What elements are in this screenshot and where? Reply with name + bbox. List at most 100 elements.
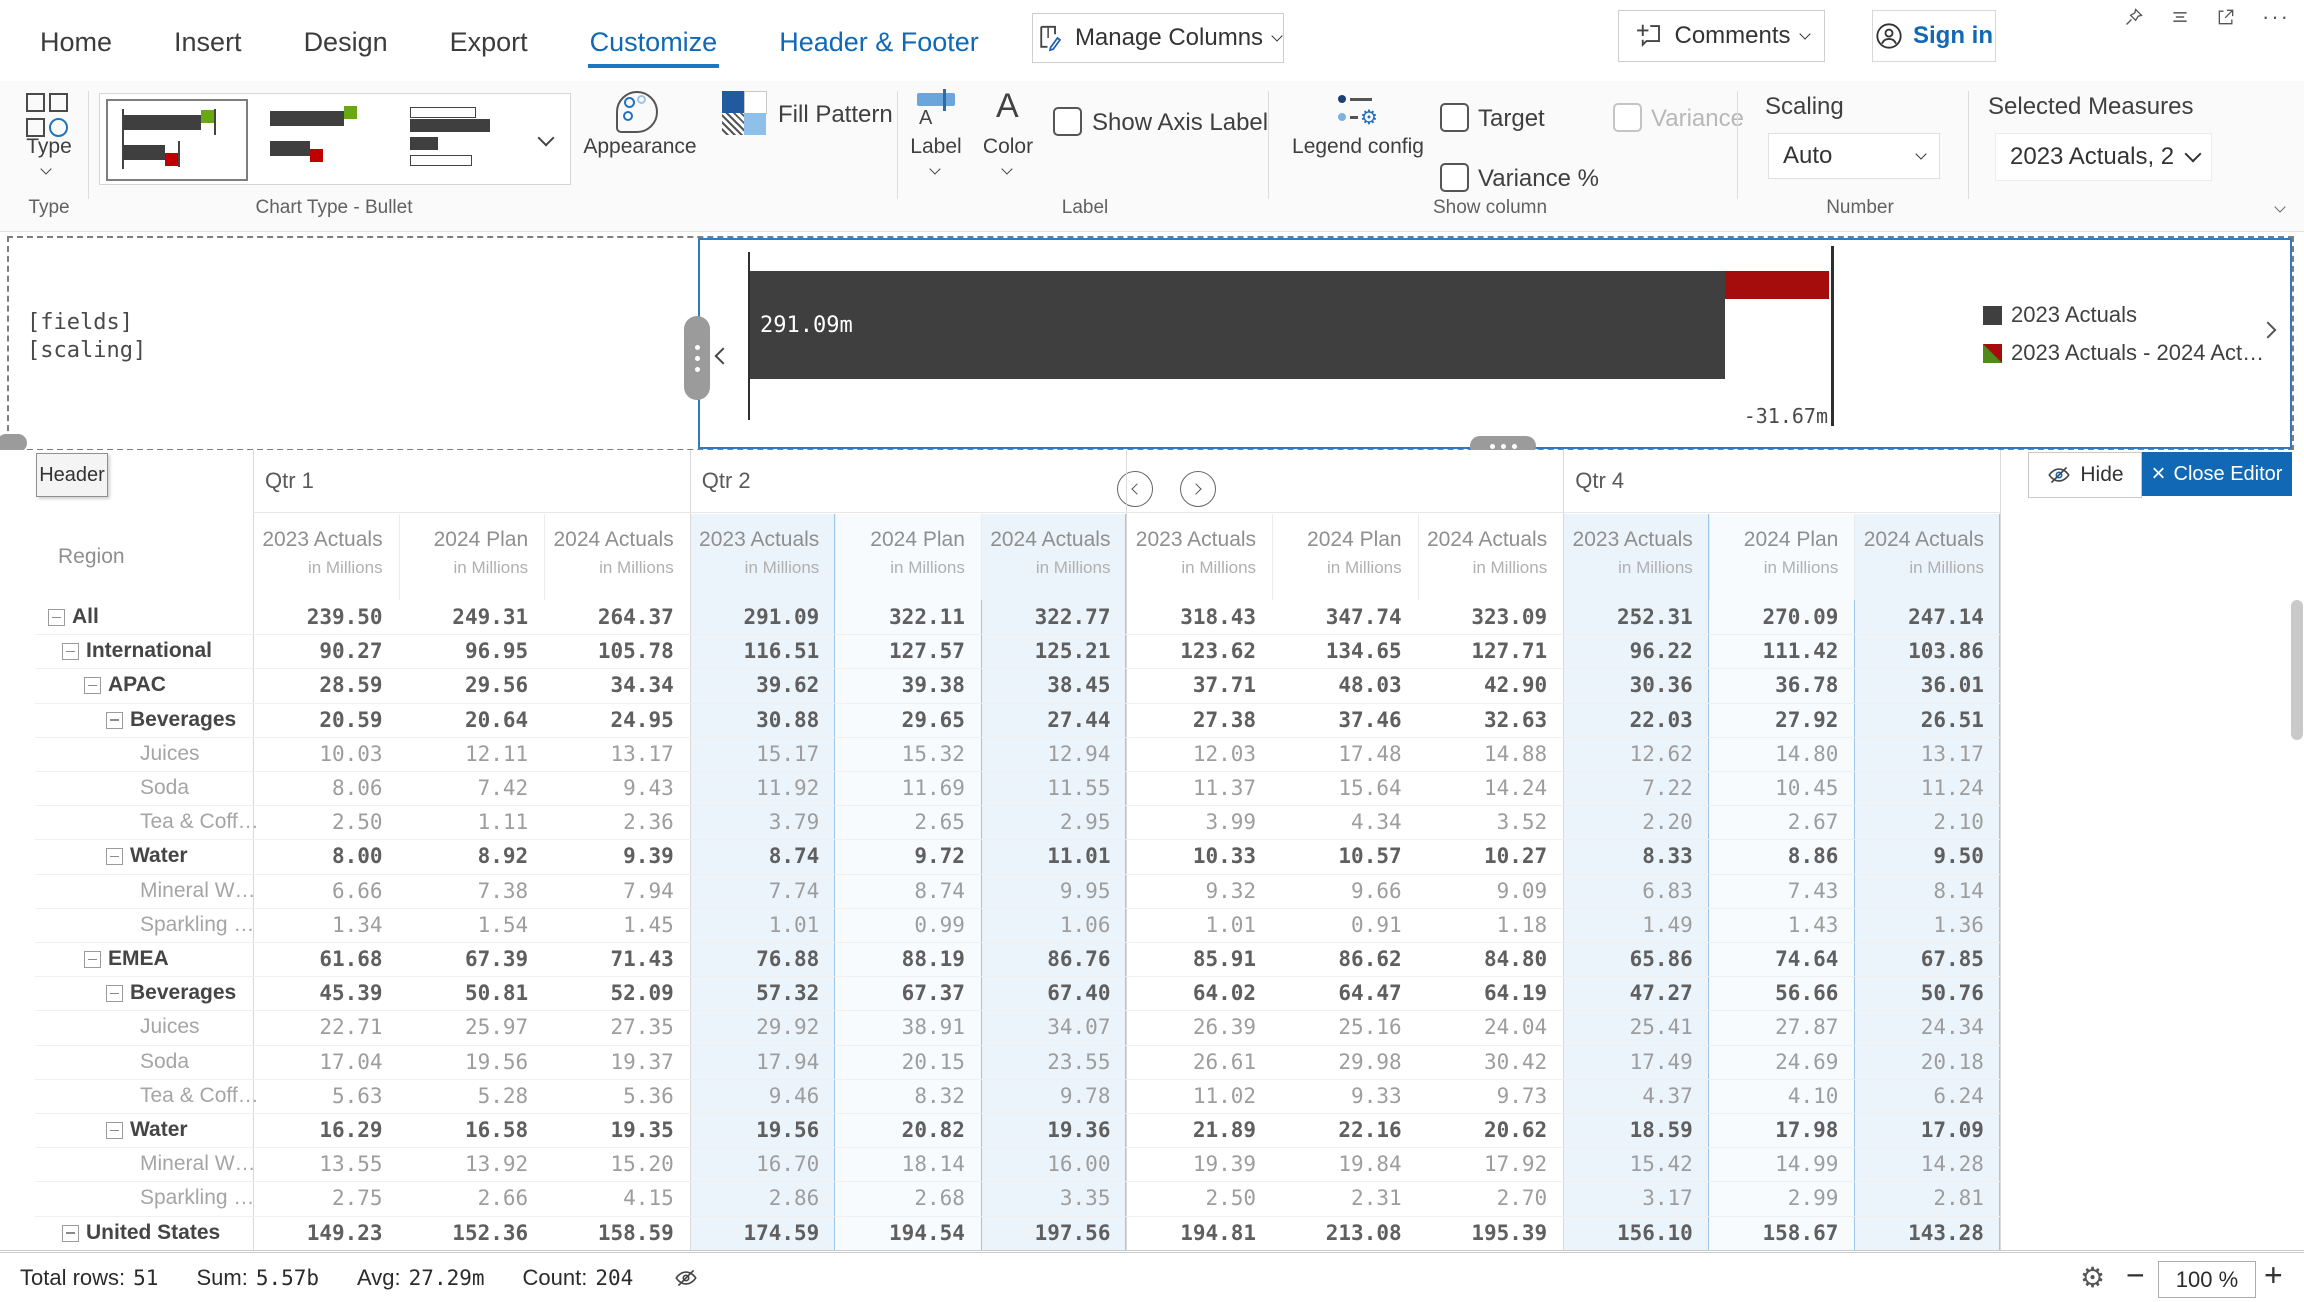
table-cell[interactable]: 8.86: [1709, 844, 1839, 868]
table-cell[interactable]: 11.92: [690, 776, 820, 800]
table-cell[interactable]: 194.81: [1126, 1221, 1256, 1245]
table-cell[interactable]: 15.17: [690, 742, 820, 766]
chevron-down-icon[interactable]: [40, 163, 51, 174]
table-cell[interactable]: 15.64: [1272, 776, 1402, 800]
table-cell[interactable]: 4.15: [544, 1186, 674, 1210]
popout-icon[interactable]: [2216, 7, 2236, 27]
table-row[interactable]: Juices10.0312.1113.1715.1715.3212.9412.0…: [0, 737, 2000, 771]
chevron-down-icon[interactable]: [929, 163, 940, 174]
table-cell[interactable]: 25.41: [1563, 1015, 1693, 1039]
chevron-down-icon[interactable]: [1001, 163, 1012, 174]
collapse-toggle-icon[interactable]: [48, 609, 65, 626]
table-cell[interactable]: 84.80: [1418, 947, 1548, 971]
table-cell[interactable]: 20.82: [835, 1118, 965, 1142]
table-cell[interactable]: 56.66: [1709, 981, 1839, 1005]
manage-columns-button[interactable]: Manage Columns: [1032, 13, 1284, 63]
table-cell[interactable]: 17.04: [253, 1050, 383, 1074]
table-cell[interactable]: 8.74: [690, 844, 820, 868]
table-cell[interactable]: 111.42: [1709, 639, 1839, 663]
table-cell[interactable]: 239.50: [253, 605, 383, 629]
table-cell[interactable]: 8.74: [835, 879, 965, 903]
table-cell[interactable]: 32.63: [1418, 708, 1548, 732]
ribbon-collapse-icon[interactable]: [2274, 201, 2285, 212]
table-cell[interactable]: 19.39: [1126, 1152, 1256, 1176]
variance-checkbox[interactable]: [1613, 103, 1642, 132]
table-cell[interactable]: 13.92: [399, 1152, 529, 1176]
table-cell[interactable]: 2.20: [1563, 810, 1693, 834]
table-cell[interactable]: 3.79: [690, 810, 820, 834]
table-cell[interactable]: 4.10: [1709, 1084, 1839, 1108]
table-cell[interactable]: 9.43: [544, 776, 674, 800]
quarter-group-label[interactable]: Qtr 4: [1575, 468, 1624, 494]
table-cell[interactable]: 9.95: [981, 879, 1111, 903]
table-cell[interactable]: 2.86: [690, 1186, 820, 1210]
table-cell[interactable]: 24.04: [1418, 1015, 1548, 1039]
settings-gear-icon[interactable]: ⚙: [2080, 1261, 2105, 1294]
table-cell[interactable]: 67.85: [1854, 947, 1984, 971]
table-cell[interactable]: 29.98: [1272, 1050, 1402, 1074]
table-cell[interactable]: 8.00: [253, 844, 383, 868]
table-cell[interactable]: 29.56: [399, 673, 529, 697]
table-cell[interactable]: 174.59: [690, 1221, 820, 1245]
tab-design[interactable]: Design: [302, 13, 390, 68]
next-page-button[interactable]: [1180, 471, 1216, 507]
table-cell[interactable]: 67.40: [981, 981, 1111, 1005]
table-cell[interactable]: 27.92: [1709, 708, 1839, 732]
table-cell[interactable]: 7.22: [1563, 776, 1693, 800]
table-cell[interactable]: 67.37: [835, 981, 965, 1005]
table-cell[interactable]: 23.55: [981, 1050, 1111, 1074]
table-cell[interactable]: 14.80: [1709, 742, 1839, 766]
bullet-chart-thumb-3[interactable]: [400, 99, 538, 177]
table-cell[interactable]: 15.42: [1563, 1152, 1693, 1176]
table-cell[interactable]: 30.88: [690, 708, 820, 732]
table-cell[interactable]: 125.21: [981, 639, 1111, 663]
measure-column-header[interactable]: 2024 Planin Millions: [399, 528, 529, 578]
table-cell[interactable]: 24.95: [544, 708, 674, 732]
chart-resize-handle[interactable]: [684, 316, 710, 400]
table-cell[interactable]: 26.51: [1854, 708, 1984, 732]
measure-column-header[interactable]: 2024 Actualsin Millions: [1854, 528, 1984, 578]
table-cell[interactable]: 47.27: [1563, 981, 1693, 1005]
quarter-group-label[interactable]: Qtr 2: [702, 468, 751, 494]
table-cell[interactable]: 19.56: [690, 1118, 820, 1142]
table-row[interactable]: Water16.2916.5819.3519.5620.8219.3621.89…: [0, 1113, 2000, 1147]
table-cell[interactable]: 1.36: [1854, 913, 1984, 937]
header-chip[interactable]: Header: [36, 453, 108, 497]
vertical-scrollbar-thumb[interactable]: [2291, 600, 2303, 740]
chart-type-icon[interactable]: [26, 93, 70, 137]
table-row[interactable]: Mineral W…6.667.387.947.748.749.959.329.…: [0, 874, 2000, 908]
tab-header-footer[interactable]: Header & Footer: [777, 13, 981, 68]
collapse-toggle-icon[interactable]: [84, 951, 101, 968]
table-cell[interactable]: 0.99: [835, 913, 965, 937]
table-cell[interactable]: 318.43: [1126, 605, 1256, 629]
region-column-header[interactable]: Region: [58, 545, 125, 569]
table-row[interactable]: All239.50249.31264.37291.09322.11322.773…: [0, 600, 2000, 634]
table-cell[interactable]: 36.78: [1709, 673, 1839, 697]
tab-home[interactable]: Home: [38, 13, 114, 68]
table-row[interactable]: Tea & Coff…2.501.112.363.792.652.953.994…: [0, 805, 2000, 839]
sign-in-button[interactable]: Sign in: [1872, 10, 1996, 62]
legend-item[interactable]: 2023 Actuals: [1983, 302, 2264, 328]
measure-column-header[interactable]: 2024 Planin Millions: [1709, 528, 1839, 578]
table-cell[interactable]: 64.02: [1126, 981, 1256, 1005]
table-cell[interactable]: 12.62: [1563, 742, 1693, 766]
table-cell[interactable]: 21.89: [1126, 1118, 1256, 1142]
table-cell[interactable]: 18.14: [835, 1152, 965, 1176]
table-cell[interactable]: 247.14: [1854, 605, 1984, 629]
table-cell[interactable]: 5.63: [253, 1084, 383, 1108]
chart-editor-area[interactable]: [fields] [scaling] 291.09m -31.67m 2023 …: [7, 236, 2294, 451]
table-cell[interactable]: 7.74: [690, 879, 820, 903]
table-cell[interactable]: 29.92: [690, 1015, 820, 1039]
table-cell[interactable]: 57.32: [690, 981, 820, 1005]
table-cell[interactable]: 2.95: [981, 810, 1111, 834]
table-cell[interactable]: 116.51: [690, 639, 820, 663]
table-cell[interactable]: 8.06: [253, 776, 383, 800]
table-cell[interactable]: 9.66: [1272, 879, 1402, 903]
table-cell[interactable]: 64.47: [1272, 981, 1402, 1005]
appearance-icon[interactable]: [614, 89, 660, 135]
table-cell[interactable]: 16.29: [253, 1118, 383, 1142]
table-cell[interactable]: 13.17: [1854, 742, 1984, 766]
table-cell[interactable]: 13.17: [544, 742, 674, 766]
table-cell[interactable]: 20.64: [399, 708, 529, 732]
table-cell[interactable]: 18.59: [1563, 1118, 1693, 1142]
